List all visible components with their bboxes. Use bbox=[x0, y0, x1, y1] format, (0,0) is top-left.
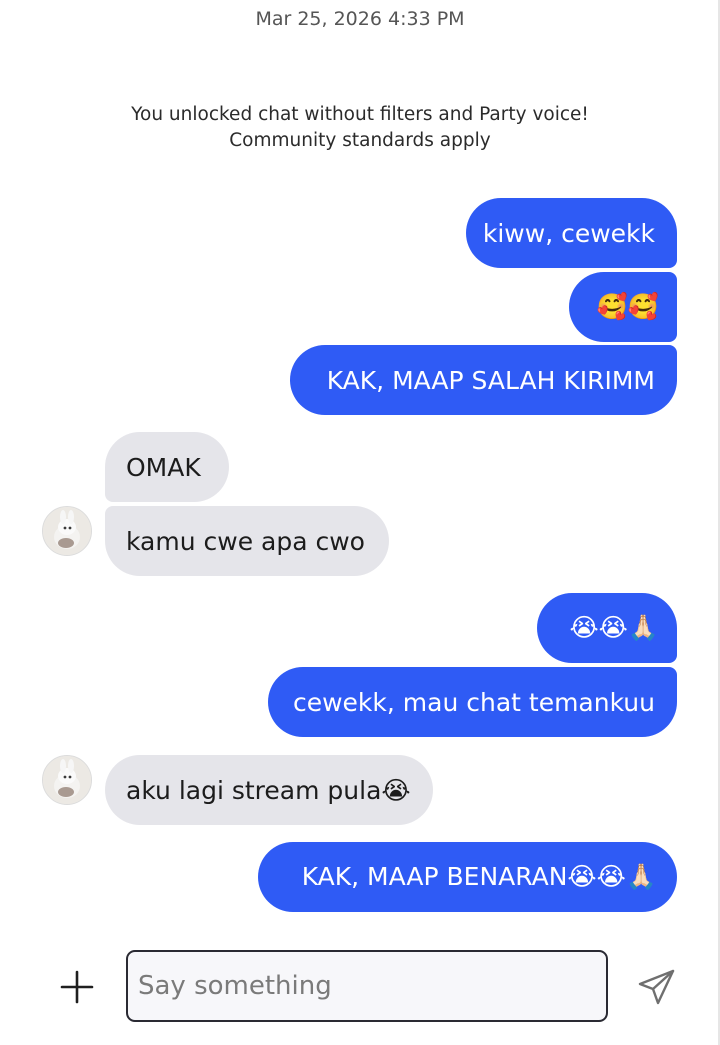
message-bubble-outgoing[interactable]: 🥰🥰 bbox=[569, 272, 677, 342]
system-notice-line-2: Community standards apply bbox=[229, 130, 491, 151]
chat-timestamp: Mar 25, 2026 4:33 PM bbox=[255, 8, 465, 30]
message-bubble-outgoing[interactable]: KAK, MAAP SALAH KIRIMM bbox=[290, 345, 677, 415]
message-text: OMAK bbox=[126, 452, 201, 482]
user-avatar[interactable] bbox=[42, 755, 92, 805]
message-text: kamu cwe apa cwo bbox=[126, 526, 365, 556]
message-text: cewekk, mau chat temankuu bbox=[292, 687, 655, 717]
message-bubble-incoming[interactable]: OMAK bbox=[105, 432, 229, 502]
message-bubble-outgoing[interactable]: cewekk, mau chat temankuu bbox=[268, 667, 677, 737]
message-text: KAK, MAAP BENARAN😭😭🙏🏻 bbox=[301, 862, 657, 891]
message-emoji: 😭😭🙏🏻 bbox=[569, 613, 659, 642]
system-notice: You unlocked chat without filters and Pa… bbox=[0, 102, 720, 154]
add-attachment-button[interactable] bbox=[58, 968, 96, 1006]
message-bubble-outgoing[interactable]: kiww, cewekk bbox=[466, 198, 677, 268]
message-composer bbox=[0, 948, 720, 1026]
message-input[interactable] bbox=[126, 950, 608, 1022]
send-button[interactable] bbox=[636, 966, 678, 1008]
message-emoji: 🥰🥰 bbox=[596, 292, 659, 321]
message-text: KAK, MAAP SALAH KIRIMM bbox=[326, 365, 655, 395]
message-text: aku lagi stream pula😭 bbox=[126, 775, 411, 805]
message-text: kiww, cewekk bbox=[482, 218, 655, 248]
avatar-image bbox=[43, 756, 91, 804]
plus-icon bbox=[60, 970, 94, 1004]
avatar-image bbox=[43, 507, 91, 555]
message-bubble-incoming[interactable]: aku lagi stream pula😭 bbox=[105, 755, 433, 825]
message-bubble-outgoing[interactable]: KAK, MAAP BENARAN😭😭🙏🏻 bbox=[258, 842, 677, 912]
user-avatar[interactable] bbox=[42, 506, 92, 556]
message-bubble-incoming[interactable]: kamu cwe apa cwo bbox=[105, 506, 389, 576]
message-bubble-outgoing[interactable]: 😭😭🙏🏻 bbox=[537, 593, 677, 663]
system-notice-line-1: You unlocked chat without filters and Pa… bbox=[131, 104, 589, 125]
paper-plane-icon bbox=[638, 969, 675, 1005]
